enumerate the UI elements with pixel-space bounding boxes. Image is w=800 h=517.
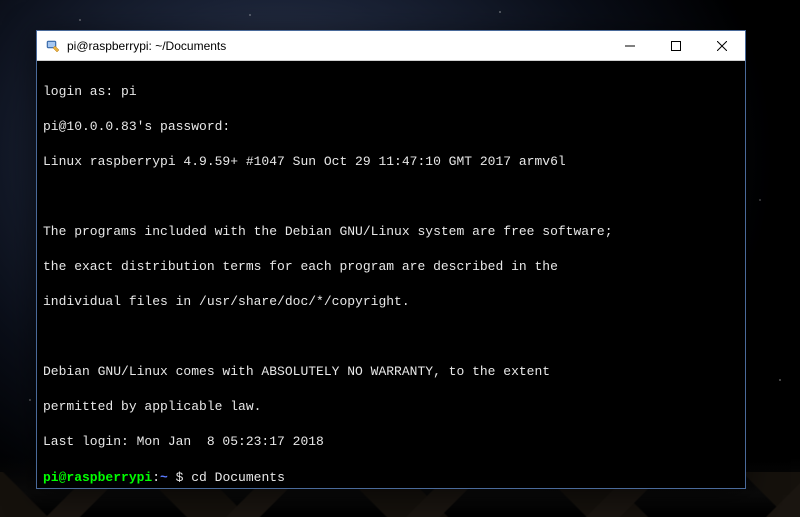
prompt-command: cd Documents [191, 470, 285, 485]
terminal-line: Last login: Mon Jan 8 05:23:17 2018 [43, 433, 739, 451]
terminal-body[interactable]: login as: pi pi@10.0.0.83's password: Li… [37, 61, 745, 488]
terminal-blank [43, 328, 739, 346]
prompt-dollar: $ [168, 470, 191, 485]
prompt-colon: : [152, 470, 160, 485]
terminal-blank [43, 188, 739, 206]
terminal-line: individual files in /usr/share/doc/*/cop… [43, 293, 739, 311]
prompt-userhost: pi@raspberrypi [43, 470, 152, 485]
window-titlebar[interactable]: pi@raspberrypi: ~/Documents [37, 31, 745, 61]
prompt-path: ~ [160, 470, 168, 485]
terminal-line: login as: pi [43, 83, 739, 101]
window-title: pi@raspberrypi: ~/Documents [67, 39, 607, 53]
terminal-line: Linux raspberrypi 4.9.59+ #1047 Sun Oct … [43, 153, 739, 171]
terminal-prompt-line: pi@raspberrypi:~ $ cd Documents [43, 469, 739, 487]
window-controls [607, 31, 745, 60]
maximize-button[interactable] [653, 31, 699, 60]
putty-icon [45, 38, 61, 54]
terminal-line: permitted by applicable law. [43, 398, 739, 416]
terminal-line: the exact distribution terms for each pr… [43, 258, 739, 276]
close-button[interactable] [699, 31, 745, 60]
terminal-line: pi@10.0.0.83's password: [43, 118, 739, 136]
terminal-line: The programs included with the Debian GN… [43, 223, 739, 241]
terminal-line: Debian GNU/Linux comes with ABSOLUTELY N… [43, 363, 739, 381]
minimize-button[interactable] [607, 31, 653, 60]
terminal-window: pi@raspberrypi: ~/Documents login as: pi… [36, 30, 746, 489]
